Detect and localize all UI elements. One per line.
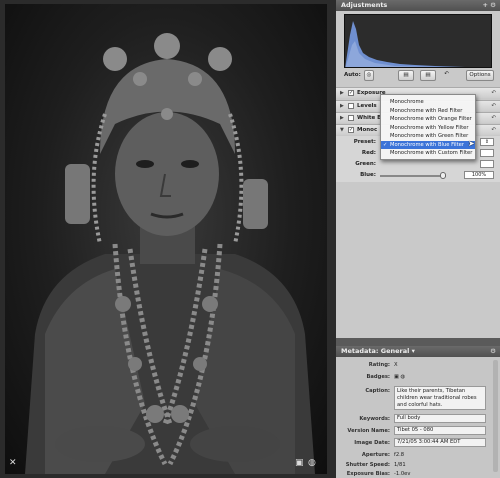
portrait-illustration	[25, 33, 315, 474]
histogram	[344, 14, 492, 68]
image-viewer: ✕ ▣ ◍	[0, 0, 336, 478]
green-row: Green:	[344, 160, 494, 169]
blue-value-field[interactable]: 100%	[464, 171, 494, 179]
reset-icon[interactable]: ↶	[491, 88, 496, 98]
auto-toolbar: Auto: ◎ ▤ ▤ ↶ Options	[344, 70, 496, 82]
caption-field[interactable]: Like their parents, Tibetan children wea…	[394, 386, 486, 410]
badge-icons: ▣ ◍	[394, 374, 406, 380]
thumbnail-icon[interactable]: ▣	[295, 459, 304, 468]
menu-item[interactable]: Monochrome with Custom Filter	[381, 149, 475, 158]
disclosure-triangle-icon[interactable]: ▶	[340, 88, 344, 98]
histogram-graph	[345, 21, 465, 67]
adjustments-title: Adjustments	[341, 1, 388, 9]
metadata-row-keywords: Keywords: Full body	[336, 414, 500, 424]
menu-item-label: Monochrome with Blue Filter	[390, 141, 464, 148]
close-icon[interactable]: ✕	[9, 459, 17, 468]
metadata-row-exposure-bias: Exposure Bias: -1.0ev	[336, 469, 500, 478]
green-value-field[interactable]	[480, 160, 494, 168]
preset-menu[interactable]: Monochrome Monochrome with Red Filter Mo…	[380, 94, 476, 160]
red-label: Red:	[361, 150, 376, 156]
blue-row: Blue: 100%	[344, 171, 494, 180]
version-name-label: Version Name:	[347, 428, 390, 434]
brick-name: Monoc	[357, 127, 378, 133]
red-value-field[interactable]	[480, 149, 494, 157]
metadata-panel: Metadata: General ▾ ⚙ Rating: X Badges: …	[336, 346, 500, 478]
monochrome-checkbox[interactable]: ✓	[348, 127, 354, 133]
menu-item[interactable]: Monochrome with Red Filter	[381, 107, 475, 116]
version-name-field[interactable]: Tibet 05 - 080	[394, 426, 486, 435]
reset-icon[interactable]: ↶	[491, 101, 496, 111]
aperture-value: f2.8	[394, 452, 405, 458]
slider-knob[interactable]	[440, 172, 446, 179]
brick-name: Levels	[357, 103, 377, 109]
metadata-row-image-date: Image Date: 7/21/05 3:00:44 AM EDT	[336, 438, 500, 448]
keywords-label: Keywords:	[359, 416, 390, 422]
undo-icon[interactable]: ↶	[442, 70, 451, 81]
disclosure-triangle-icon[interactable]: ▶	[340, 101, 344, 111]
menu-item[interactable]: Monochrome	[381, 98, 475, 107]
metadata-row-version-name: Version Name: Tibet 05 - 080	[336, 426, 500, 436]
caption-label: Caption:	[365, 388, 390, 394]
gear-icon[interactable]: ⚙	[490, 346, 496, 357]
photo-image[interactable]: ✕ ▣ ◍	[5, 4, 327, 474]
preset-label: Preset:	[353, 139, 376, 145]
add-icon[interactable]: +	[482, 1, 487, 9]
checkmark-icon: ✓	[383, 141, 388, 148]
blue-label: Blue:	[360, 172, 376, 178]
image-date-field[interactable]: 7/21/05 3:00:44 AM EDT	[394, 438, 486, 447]
adjustments-header: Adjustments + ⚙	[336, 0, 500, 11]
exposure-checkbox[interactable]: ✓	[348, 90, 354, 96]
exposure-bias-label: Exposure Bias:	[346, 471, 390, 477]
menu-item[interactable]: Monochrome with Green Filter	[381, 132, 475, 141]
metadata-header[interactable]: Metadata: General ▾ ⚙	[336, 346, 500, 357]
green-label: Green:	[355, 161, 376, 167]
metadata-title: Metadata: General	[341, 347, 410, 355]
badges-label: Badges:	[366, 374, 390, 380]
options-button[interactable]: Options	[466, 70, 494, 81]
levels-checkbox[interactable]	[348, 103, 354, 109]
metadata-row-badges: Badges: ▣ ◍	[336, 372, 500, 382]
adjustments-panel: Adjustments + ⚙ Auto: ◎ ▤ ▤ ↶ Options ▶ …	[336, 0, 500, 338]
gear-icon[interactable]: ⚙	[490, 1, 496, 9]
rating-value[interactable]: X	[394, 360, 398, 370]
mouse-pointer-icon: ➤	[468, 139, 475, 148]
rating-label: Rating:	[368, 362, 390, 368]
versions-icon[interactable]: ◍	[308, 459, 316, 468]
inspector-panel: Adjustments + ⚙ Auto: ◎ ▤ ▤ ↶ Options ▶ …	[336, 0, 500, 478]
menu-item[interactable]: Monochrome with Orange Filter	[381, 115, 475, 124]
menu-item[interactable]: Monochrome with Yellow Filter	[381, 124, 475, 133]
auto-contrast-button[interactable]: ▤	[420, 70, 436, 81]
metadata-row-rating: Rating: X	[336, 360, 500, 370]
blue-slider[interactable]	[380, 172, 446, 179]
metadata-row-aperture: Aperture: f2.8	[336, 450, 500, 460]
metadata-scrollbar[interactable]	[493, 360, 498, 472]
chevron-down-icon[interactable]: ▾	[412, 347, 415, 355]
brick-name: White B	[357, 115, 382, 121]
menu-item-selected[interactable]: ✓ Monochrome with Blue Filter	[381, 140, 475, 149]
reset-icon[interactable]: ↶	[491, 125, 496, 135]
auto-target-icon[interactable]: ◎	[364, 70, 374, 81]
white-balance-checkbox[interactable]	[348, 115, 354, 121]
preset-popup-arrows-icon[interactable]: ⇕	[480, 138, 494, 146]
exposure-bias-value: -1.0ev	[394, 471, 411, 477]
image-date-label: Image Date:	[354, 440, 390, 446]
auto-label: Auto:	[344, 72, 361, 78]
disclosure-triangle-icon[interactable]: ▶	[340, 113, 344, 123]
keywords-field[interactable]: Full body	[394, 414, 486, 423]
auto-levels-button[interactable]: ▤	[398, 70, 414, 81]
reset-icon[interactable]: ↶	[491, 113, 496, 123]
aperture-label: Aperture:	[361, 452, 390, 458]
disclosure-triangle-open-icon[interactable]: ▼	[340, 125, 344, 135]
